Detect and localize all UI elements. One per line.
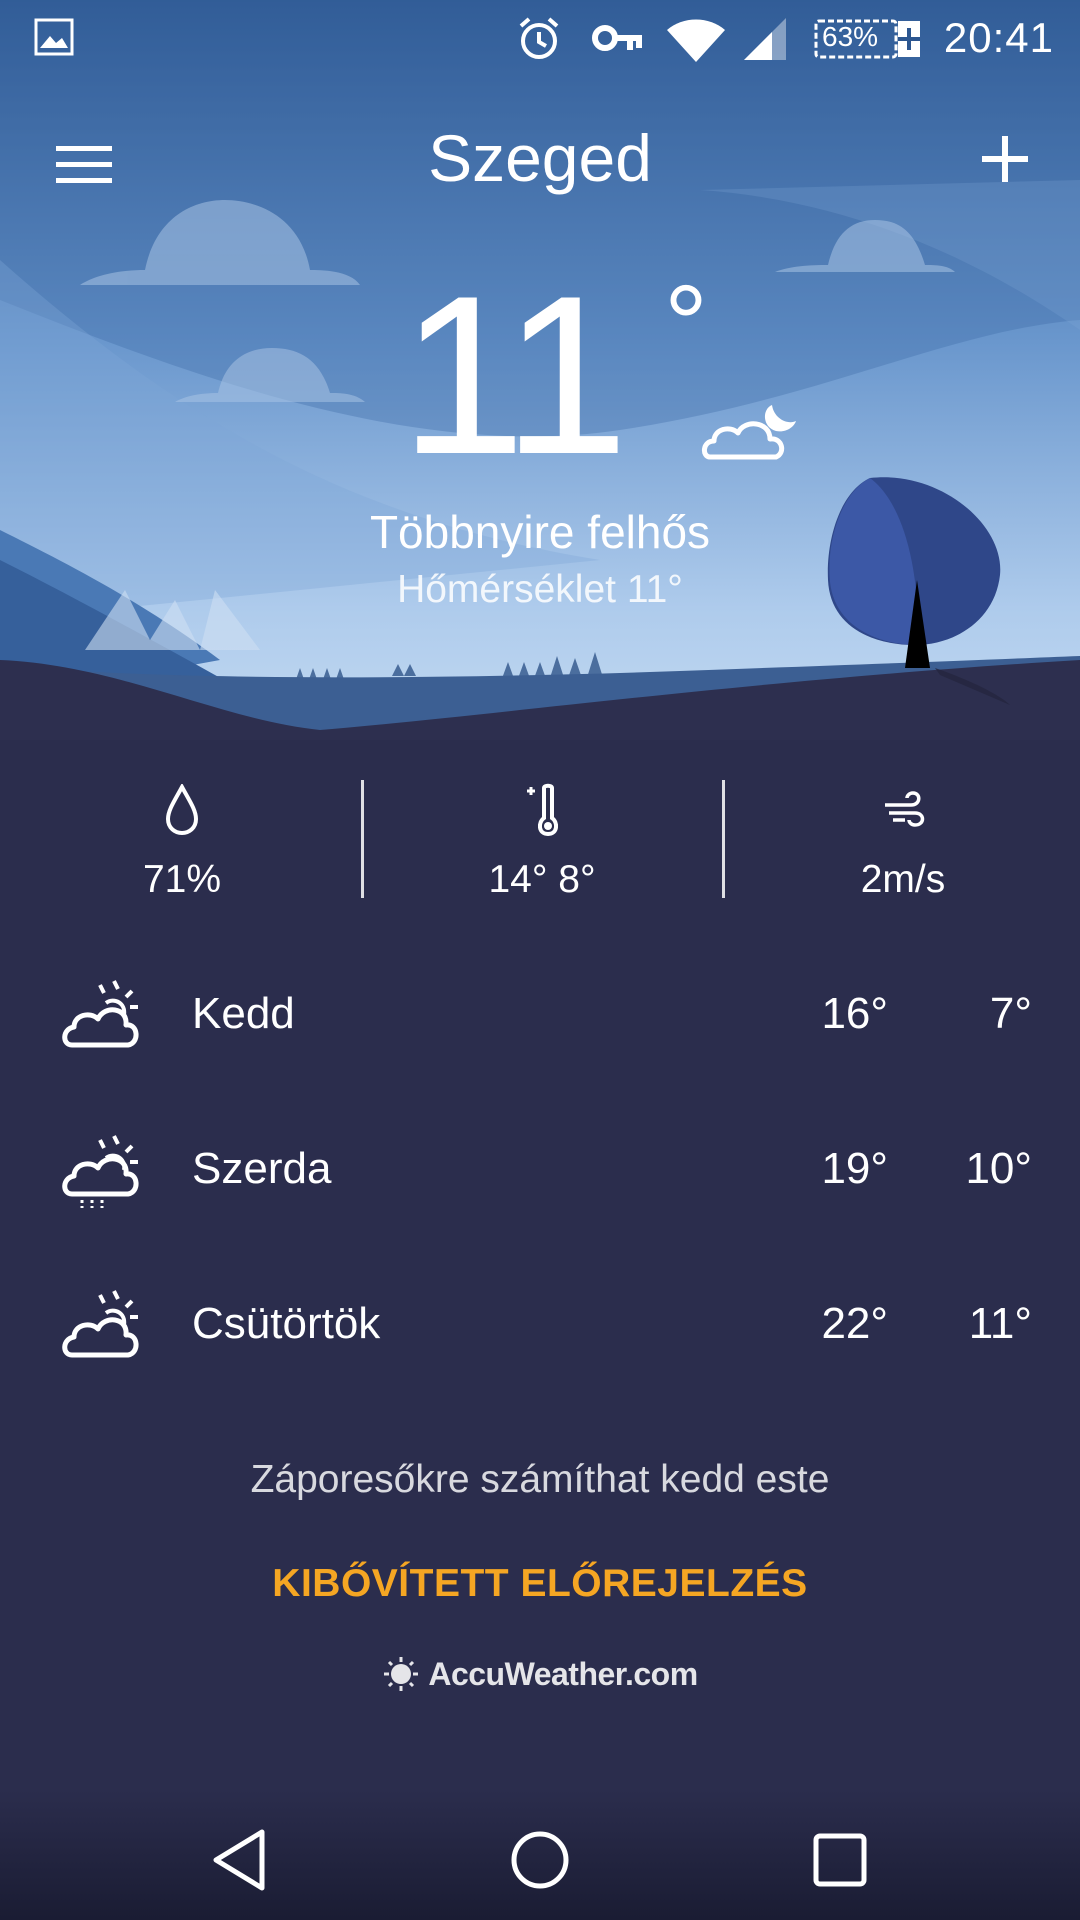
forecast-high: 19°	[821, 1144, 888, 1193]
cell-signal-icon	[744, 18, 786, 60]
forecast-row[interactable]: Szerda 19° 10°	[0, 1098, 1080, 1253]
raindrop-icon	[165, 784, 199, 836]
cloud-moon-icon	[702, 405, 796, 460]
high-low-value: 14° 8°	[488, 858, 596, 901]
forecast-summary: Záporesőkre számíthat kedd este	[250, 1458, 830, 1501]
humidity-value: 71%	[142, 858, 222, 901]
back-icon[interactable]	[200, 1820, 280, 1900]
forecast-high: 22°	[821, 1299, 888, 1348]
forecast-high: 16°	[821, 989, 888, 1038]
current-temperature: 11	[400, 248, 629, 501]
plus-icon[interactable]	[970, 124, 1040, 194]
current-condition: Többnyire felhős	[369, 506, 711, 558]
forecast-row[interactable]: Csütörtök 22° 11°	[0, 1253, 1080, 1408]
partly-cloudy-icon	[62, 1290, 139, 1358]
forecast-day-name: Csütörtök	[192, 1299, 381, 1348]
partly-cloudy-icon	[62, 980, 139, 1048]
brand-name: AccuWeather.com	[428, 1655, 698, 1692]
feels-like-temperature: Hőmérséklet 11°	[397, 568, 683, 611]
wifi-icon	[667, 19, 725, 62]
wind-icon	[885, 791, 925, 827]
clock: 20:41	[943, 14, 1054, 61]
accuweather-logo[interactable]: AccuWeather.com	[0, 1655, 1080, 1693]
sun-logo-icon	[384, 1657, 419, 1691]
wind-value: 2m/s	[860, 858, 946, 901]
alarm-icon	[519, 17, 559, 59]
humidity-stat: 71%	[2, 780, 362, 902]
extended-forecast-link[interactable]: KIBŐVÍTETT ELŐREJELZÉS	[0, 1562, 1080, 1606]
vpn-key-icon	[592, 25, 642, 51]
battery-charging-icon: 63%	[812, 18, 924, 60]
forecast-day-name: Szerda	[192, 1144, 332, 1193]
thermometer-icon	[527, 783, 559, 837]
city-name[interactable]: Szeged	[0, 120, 1080, 196]
degree-symbol: °	[664, 263, 708, 386]
home-icon[interactable]	[500, 1820, 580, 1900]
navigation-bar	[0, 1790, 1080, 1920]
recents-icon[interactable]	[800, 1820, 880, 1900]
forecast-low: 7°	[989, 989, 1032, 1038]
app-bar: Szeged	[0, 110, 1080, 210]
forecast-low: 10°	[965, 1144, 1032, 1193]
forecast-row[interactable]: Kedd 16° 7°	[0, 943, 1080, 1098]
forecast-low: 11°	[968, 1299, 1032, 1348]
high-low-stat: 14° 8°	[362, 780, 722, 902]
battery-percent: 63%	[822, 21, 879, 52]
image-notification-icon	[34, 18, 74, 56]
wind-stat: 2m/s	[723, 780, 1080, 902]
forecast-day-name: Kedd	[192, 989, 295, 1038]
status-bar: 63% 20:41	[0, 0, 1080, 78]
partly-cloudy-rain-icon	[62, 1135, 139, 1208]
